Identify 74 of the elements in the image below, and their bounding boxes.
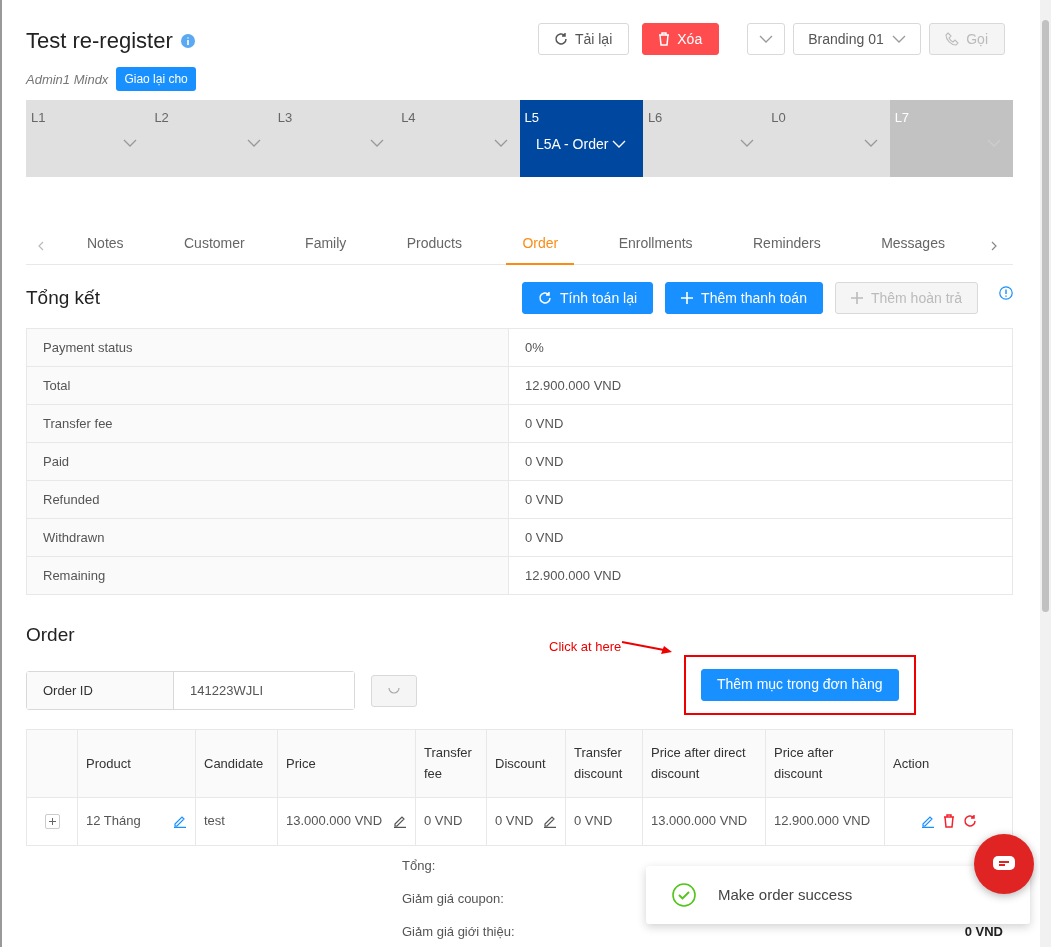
tab[interactable]: Reminders [737,224,837,265]
stage-label: L7 [894,109,910,128]
stage-step[interactable]: L1 [26,100,150,178]
summary-label: Withdrawn [43,530,105,546]
total-label: Tổng: [402,857,436,876]
total-label: Giảm giá coupon: [402,890,504,909]
summary-label: Total [43,378,71,394]
table-cell-text: 0 VND [424,812,463,831]
stage-label: L5 [524,109,539,128]
column-header: Price after direct discount [651,745,746,782]
stage-step[interactable]: L0 [766,100,890,178]
column-header: Transfer discount [574,745,623,782]
order-id-field[interactable]: Order ID 141223WJLI [26,671,355,711]
reload-button[interactable]: Tải lại [537,23,630,55]
owner-name: Admin1 Mindx [26,70,109,89]
table-cell-text: 0 VND [495,812,534,831]
summary-value: 0 VND [525,492,564,508]
summary-value: 0% [525,340,544,356]
stage-step[interactable]: L3 [272,100,397,178]
tab[interactable]: Order [506,224,575,265]
stage-label: L6 [647,109,663,128]
table-cell-text: test [204,812,225,831]
table-cell-text: 12 Tháng [86,812,141,831]
table-cell-text: 13.000.000 VND [286,812,383,831]
page-title: Test re-register [26,28,173,55]
stage-step[interactable]: L6 [642,100,767,178]
tab[interactable]: Customer [168,224,261,265]
summary-value: 0 VND [525,454,564,470]
column-header: Price [286,755,316,771]
stage-label: L1 [31,109,46,128]
section-title: Order [26,624,75,648]
summary-value: 12.900.000 VND [525,568,622,584]
stage-label: L3 [277,109,293,128]
tab[interactable]: Products [390,224,478,265]
table-cell-text: 0 VND [574,812,613,831]
summary-label: Payment status [43,340,133,356]
table-cell-text: 13.000.000 VND [651,812,748,831]
summary-value: 12.900.000 VND [525,378,622,394]
add-item-button[interactable]: Thêm mục trong đơn hàng [701,668,899,701]
stage-value: L5A - Order [536,134,609,154]
column-header: Candidate [204,755,264,771]
summary-label: Transfer fee [43,416,113,432]
column-header: Transfer fee [424,745,472,782]
total-value: 0 VND [964,923,1003,942]
stage-step[interactable]: L2 [149,100,273,178]
column-header: Discount [495,755,546,771]
toast-message: Make order success [718,884,853,905]
summary-label: Paid [43,454,70,470]
tab[interactable]: Enrollments [602,224,709,265]
tab[interactable]: Messages [865,224,961,265]
summary-value: 0 VND [525,530,564,546]
stage-step[interactable]: L5 L5A - Order [519,100,643,178]
column-header: Price after discount [774,745,834,782]
delete-button[interactable]: Xóa [642,23,720,55]
recalc-button[interactable]: Tính toán lại [522,282,654,315]
table-cell-text: 12.900.000 VND [774,812,871,831]
total-label: Giảm giá giới thiệu: [402,923,515,942]
stage-label: L2 [154,109,169,128]
assign-button[interactable]: Giao lại cho [116,67,196,92]
add-button[interactable]: Thêm thanh toán [665,282,823,315]
column-header: Action [893,755,930,771]
stage-step[interactable]: L4 [396,100,520,178]
section-title: Tổng kết [26,287,101,310]
column-header: Product [86,755,131,771]
stage-label: L4 [401,109,416,128]
tab[interactable]: Notes [71,224,140,265]
summary-label: Remaining [43,568,106,584]
branding-select[interactable]: Branding 01 [793,23,922,55]
tab[interactable]: Family [289,224,363,265]
order-id-label: Order ID [27,672,174,710]
stage-label: L0 [771,109,786,128]
summary-value: 0 VND [525,416,564,432]
summary-label: Refunded [43,492,100,508]
annotation-text: Click at here [549,638,622,657]
